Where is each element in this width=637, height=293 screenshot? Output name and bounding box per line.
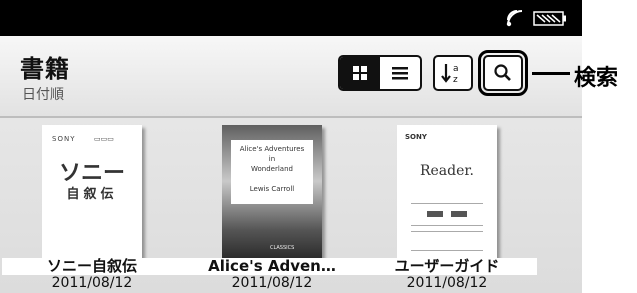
callout-line bbox=[532, 72, 570, 75]
book-cover-3[interactable]: SONY Reader. bbox=[397, 125, 497, 265]
book-cover-1[interactable]: SONY ▭▭▭ ソニー 自叙伝 bbox=[42, 125, 142, 265]
search-button[interactable] bbox=[478, 50, 528, 96]
page-title: 書籍 bbox=[20, 55, 70, 83]
cover-title-line: Alice's Adventures bbox=[239, 145, 305, 153]
svg-text:z: z bbox=[453, 75, 458, 85]
cover-rule bbox=[411, 250, 483, 251]
cover-publisher: CLASSICS bbox=[270, 245, 295, 251]
cover-box bbox=[451, 211, 467, 217]
cover-logo: Reader. bbox=[419, 163, 475, 179]
cover-rule bbox=[411, 203, 483, 204]
cover-brand: SONY bbox=[52, 135, 76, 143]
list-view-button[interactable] bbox=[380, 57, 420, 89]
grid-view-button[interactable] bbox=[340, 57, 380, 89]
reader-screen: 書籍 日付順 a z SONY ▭▭▭ ソニー 自叙伝 Alice's Adve… bbox=[0, 0, 582, 293]
cover-author: Lewis Carroll bbox=[249, 185, 295, 193]
book-title[interactable]: ソニー自叙伝 bbox=[2, 258, 182, 275]
callout-label: 検索 bbox=[574, 66, 619, 91]
book-title[interactable]: ユーザーガイド bbox=[357, 258, 537, 275]
wireless-icon bbox=[506, 10, 523, 27]
view-mode-toggle bbox=[338, 55, 422, 91]
sort-button[interactable]: a z bbox=[433, 55, 473, 91]
cover-subtitle: 自叙伝 bbox=[66, 187, 118, 202]
cover-brand: SONY bbox=[405, 133, 427, 141]
book-date: 2011/08/12 bbox=[406, 275, 488, 291]
book-title[interactable]: Alice's Adven… bbox=[182, 258, 362, 275]
book-grid: SONY ▭▭▭ ソニー 自叙伝 Alice's Adventures in W… bbox=[0, 118, 582, 293]
book-date: 2011/08/12 bbox=[51, 275, 133, 291]
cover-brand-mark: ▭▭▭ bbox=[94, 135, 114, 143]
svg-text:a: a bbox=[453, 64, 459, 74]
status-bar bbox=[0, 0, 582, 36]
cover-title-line: Wonderland bbox=[251, 165, 293, 173]
cover-rule bbox=[411, 231, 483, 232]
cover-box bbox=[427, 211, 443, 217]
sort-az-icon: a z bbox=[441, 64, 459, 85]
battery-icon bbox=[533, 11, 566, 26]
library-header: 書籍 日付順 a z bbox=[0, 36, 582, 118]
sort-order-label: 日付順 bbox=[22, 87, 64, 103]
list-icon bbox=[392, 67, 408, 80]
cover-rule bbox=[411, 225, 483, 226]
search-icon bbox=[494, 64, 511, 81]
cover-title-line: in bbox=[268, 155, 276, 163]
grid-icon bbox=[353, 66, 367, 80]
cover-title-panel: Alice's Adventures in Wonderland Lewis C… bbox=[231, 140, 313, 204]
book-cover-2[interactable]: Alice's Adventures in Wonderland Lewis C… bbox=[222, 125, 322, 265]
book-date: 2011/08/12 bbox=[231, 275, 313, 291]
